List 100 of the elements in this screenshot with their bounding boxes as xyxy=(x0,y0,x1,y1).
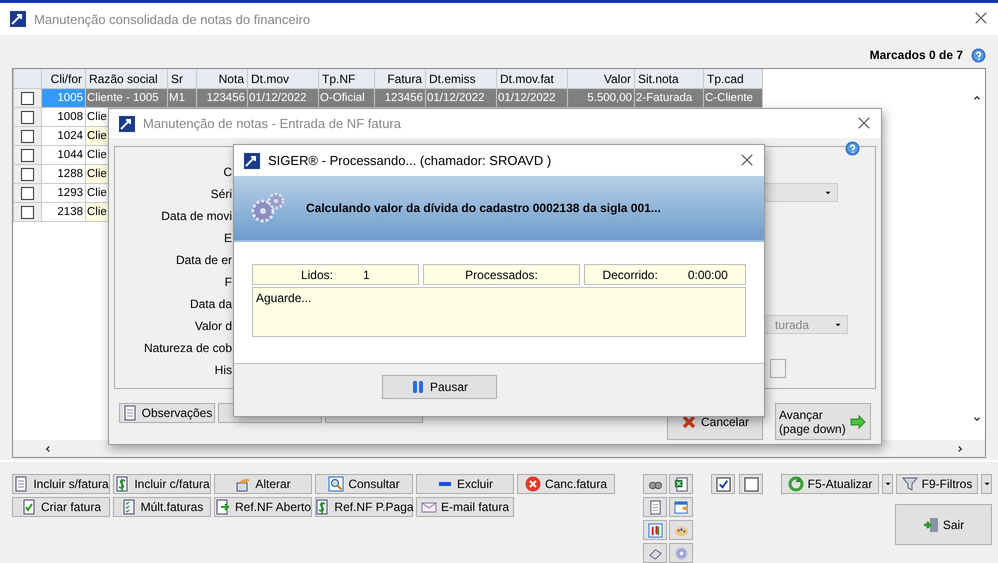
table-cell: 1024 xyxy=(42,126,86,146)
tool-button[interactable] xyxy=(643,520,667,540)
table-cell: 5.500,00 xyxy=(568,88,634,108)
check-all-button[interactable] xyxy=(711,474,735,494)
row-checkbox[interactable] xyxy=(21,149,34,162)
row-checkbox[interactable] xyxy=(21,187,34,200)
right-arrow-icon xyxy=(850,414,866,430)
column-header[interactable]: Dt.mov.fat xyxy=(496,68,568,89)
field-label: Natureza de cob xyxy=(144,341,232,356)
action-button[interactable]: Excluir xyxy=(416,474,514,494)
action-button[interactable]: Múlt.faturas xyxy=(113,497,211,517)
log-text: Aguarde... xyxy=(252,287,746,337)
row-checkbox[interactable] xyxy=(21,168,34,182)
close-icon xyxy=(857,116,871,130)
gear-icon xyxy=(674,546,688,560)
action-button[interactable]: Criar fatura xyxy=(12,497,110,517)
app-logo-icon xyxy=(244,152,260,168)
table-cell: 01/12/2022 xyxy=(426,88,496,108)
column-header[interactable]: Dt.emiss xyxy=(426,68,496,89)
table-cell: 01/12/2022 xyxy=(496,88,568,108)
filter-menu-button[interactable] xyxy=(981,474,992,494)
field-label: Séri xyxy=(210,187,232,202)
tool-button[interactable] xyxy=(643,543,667,563)
uncheck-all-button[interactable] xyxy=(739,474,763,494)
close-icon xyxy=(740,152,754,166)
filter-button[interactable]: F9-Filtros xyxy=(896,474,978,494)
table-cell: C-Cliente xyxy=(704,88,762,108)
dollar-document-icon xyxy=(114,476,130,492)
action-button[interactable]: Incluir c/fatura xyxy=(113,474,211,494)
field-label: His xyxy=(214,363,232,378)
column-header[interactable]: Valor xyxy=(568,68,634,89)
app-logo-icon xyxy=(10,11,26,27)
exit-door-icon xyxy=(922,516,939,532)
field-label: E xyxy=(224,231,232,246)
column-header[interactable]: Tp.NF xyxy=(318,68,374,89)
column-header[interactable]: Tp.cad xyxy=(704,68,762,89)
column-header[interactable]: Sr xyxy=(168,68,196,89)
table-cell: 1293 xyxy=(42,184,86,203)
field-label: Data da xyxy=(190,297,232,312)
pause-button[interactable]: Pausar xyxy=(382,375,496,399)
tool-button[interactable] xyxy=(669,497,693,517)
tool-button[interactable] xyxy=(643,474,667,494)
tool-button[interactable] xyxy=(669,474,693,494)
action-button[interactable]: E-mail fatura xyxy=(416,497,514,517)
row-checkbox[interactable] xyxy=(21,92,34,106)
funnel-icon xyxy=(902,476,918,492)
row-checkbox[interactable] xyxy=(21,206,34,220)
refresh-button[interactable]: F5-Atualizar xyxy=(781,474,879,494)
column-header[interactable]: Cli/for xyxy=(42,68,86,89)
counter-value: 1 xyxy=(363,268,370,282)
dollar-document-icon xyxy=(314,499,330,515)
row-checkbox[interactable] xyxy=(21,130,34,144)
counter-label: Processados: xyxy=(465,268,538,282)
help-icon xyxy=(971,48,986,63)
spreadsheet-icon xyxy=(674,476,688,492)
column-header[interactable]: Nota xyxy=(196,68,248,89)
action-button[interactable]: Ref.NF P.Paga xyxy=(315,497,413,517)
table-cell: 2-Faturada xyxy=(634,88,704,108)
column-header[interactable]: Razão social xyxy=(86,68,168,89)
notes-button[interactable]: Observações xyxy=(119,403,215,423)
window-title: Manutenção consolidada de notas do financeiro xyxy=(34,12,310,26)
field-label: Valor d xyxy=(194,319,232,334)
help-icon xyxy=(845,141,860,156)
gears-icon xyxy=(250,191,286,225)
field-label: C xyxy=(223,165,232,180)
document-icon xyxy=(122,405,138,421)
table-cell: 1005 xyxy=(42,88,86,108)
document-icon xyxy=(648,500,662,514)
column-header[interactable]: Dt.mov xyxy=(248,68,318,89)
checked-box-icon xyxy=(716,476,730,492)
next-button[interactable]: Avançar (page down) xyxy=(775,403,871,440)
action-button[interactable]: Incluir s/fatura xyxy=(12,474,110,494)
table-icon xyxy=(674,500,688,514)
field-label: Data de er xyxy=(176,253,232,268)
tool-button[interactable] xyxy=(643,497,667,517)
marked-count: Marcados 0 de 7 xyxy=(870,48,963,62)
table-cell: 2138 xyxy=(42,202,86,222)
progress-message: Calculando valor da dívida do cadastro 0002138 da sigla 001... xyxy=(306,201,661,215)
table-cell: 1008 xyxy=(42,108,86,127)
column-header[interactable]: Fatura xyxy=(374,68,426,89)
empty-box-icon xyxy=(744,476,758,492)
input-field[interactable] xyxy=(770,359,786,378)
action-button[interactable]: Alterar xyxy=(214,474,312,494)
table-cell: Cliente - 1005 xyxy=(86,88,168,108)
dialog-title: SIGER® - Processando... (chamador: SROAVD ) xyxy=(268,153,552,168)
exit-button[interactable]: Sair xyxy=(895,504,992,545)
action-button[interactable]: Ref.NF Aberto xyxy=(214,497,312,517)
table-cell: O-Oficial xyxy=(318,88,374,108)
close-icon xyxy=(974,11,988,25)
counter-label: Lidos: xyxy=(300,268,333,282)
refresh-icon xyxy=(788,476,804,492)
table-cell: 1288 xyxy=(42,164,86,184)
app-logo-icon xyxy=(119,116,135,132)
counter-label: Decorrido: xyxy=(602,268,658,282)
action-button[interactable]: Canc.fatura xyxy=(517,474,615,494)
row-checkbox[interactable] xyxy=(21,111,34,124)
action-button[interactable]: Consultar xyxy=(315,474,413,494)
checked-document-icon xyxy=(20,499,37,515)
refresh-menu-button[interactable] xyxy=(882,474,893,494)
column-header[interactable]: Sit.nota xyxy=(634,68,704,89)
